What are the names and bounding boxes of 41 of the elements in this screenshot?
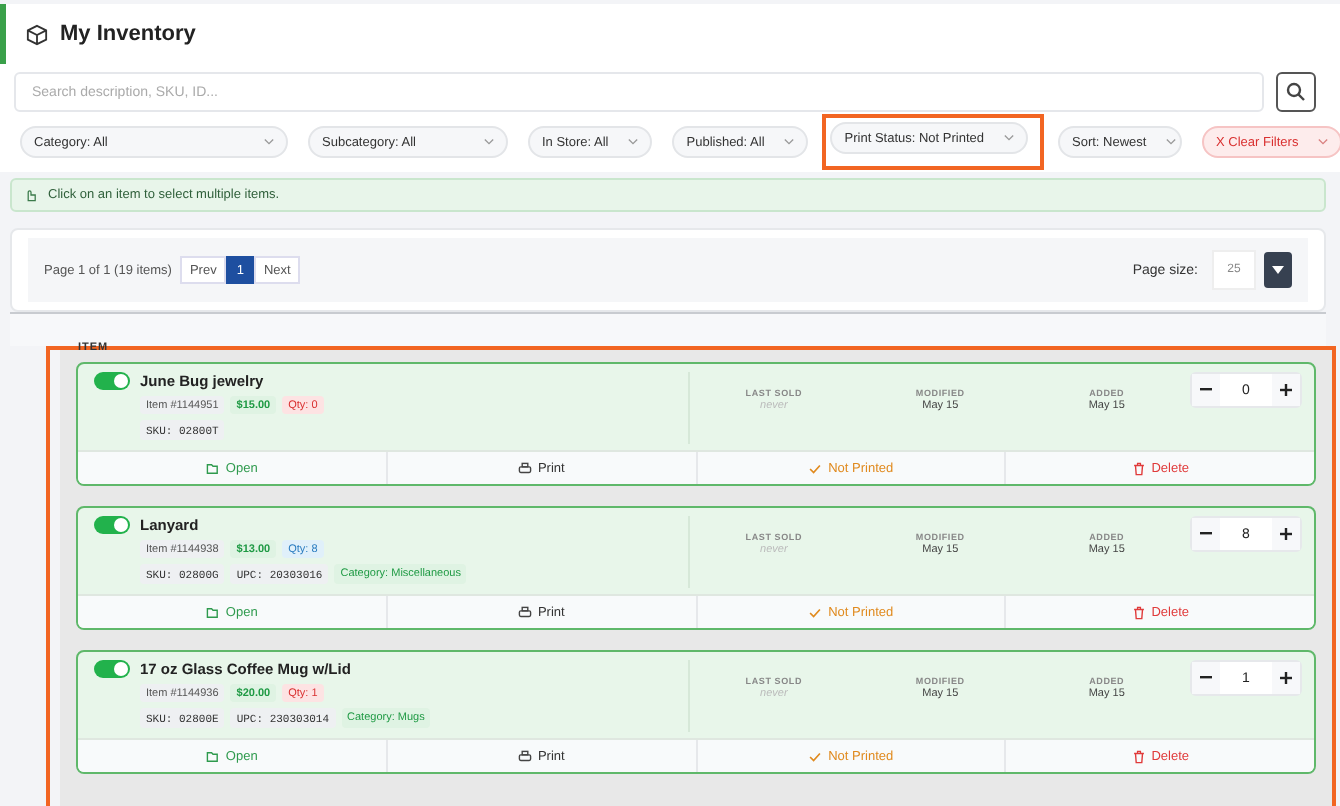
chevron-icon [264,138,274,146]
open-icon [205,749,220,763]
check-icon [808,605,823,619]
chevron-icon [1004,134,1015,142]
check-icon [808,461,823,475]
chevron-icon [484,138,494,146]
chevron-icon [628,138,639,146]
minus-button[interactable] [1192,518,1220,550]
printer-icon [517,461,532,475]
open-icon [205,461,220,475]
search-icon [1286,82,1306,102]
chevron-icon [1318,138,1329,146]
check-icon [808,749,823,763]
toggle-switch[interactable] [94,660,130,678]
trash-icon [1131,461,1146,475]
minus-button[interactable] [1192,662,1220,694]
minus-icon [1200,532,1212,536]
box-icon [26,23,48,45]
plus-icon [1280,384,1292,396]
plus-icon [1280,528,1292,540]
chevron-icon [784,138,795,146]
plus-button[interactable] [1272,374,1300,406]
printer-icon [517,605,532,619]
toggle-switch[interactable] [94,372,130,390]
open-icon [205,605,220,619]
minus-icon [1200,388,1212,392]
printer-icon [517,749,532,763]
caret-icon [1272,266,1284,274]
plus-button[interactable] [1272,518,1300,550]
hand-pointer-icon [24,188,38,202]
plus-button[interactable] [1272,662,1300,694]
search-button[interactable] [1276,72,1316,112]
page-size-dropdown[interactable] [1264,252,1292,288]
trash-icon [1131,605,1146,619]
trash-icon [1131,749,1146,763]
chevron-icon [1166,138,1177,146]
minus-icon [1200,676,1212,680]
page-title: My Inventory [60,22,196,46]
toggle-switch[interactable] [94,516,130,534]
plus-icon [1280,672,1292,684]
minus-button[interactable] [1192,374,1220,406]
